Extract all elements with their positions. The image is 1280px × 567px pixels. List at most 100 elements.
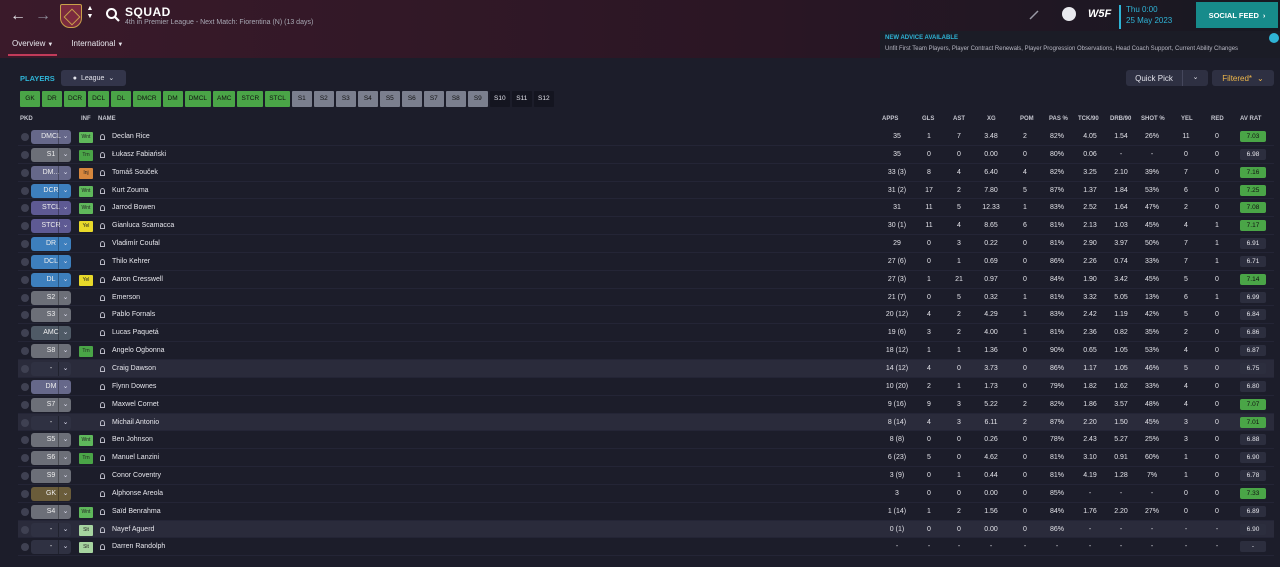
row-select-radio[interactable] xyxy=(21,311,29,320)
table-row[interactable]: S7 ⌄ Maxwel Cornet 9 (16) 9 3 5.22 2 82% 1.86 3.57… xyxy=(18,396,1274,414)
chevron-down-icon[interactable]: ⌄ xyxy=(58,219,72,234)
chevron-down-icon[interactable]: ⌄ xyxy=(58,433,72,448)
chevron-down-icon[interactable]: ⌄ xyxy=(58,469,72,484)
advice-panel[interactable]: NEW ADVICE AVAILABLE Unfit First Team Pl… xyxy=(880,31,1280,58)
mood-icon[interactable] xyxy=(1062,7,1076,21)
position-filter-button[interactable]: S4 xyxy=(357,91,378,107)
date-day[interactable]: 25 May 2023 xyxy=(1126,16,1172,25)
player-name[interactable]: Aaron Cresswell xyxy=(112,276,163,283)
table-row[interactable]: S8 ⌄ Trn Angelo Ogbonna 18 (12) 1 1 1.36 0 90% 0.6… xyxy=(18,342,1274,360)
position-filter-button[interactable]: STCL xyxy=(265,91,290,107)
position-filter-button[interactable]: S5 xyxy=(379,91,400,107)
table-row[interactable]: - ⌄ Craig Dawson 14 (12) 4 0 3.73 0 86% 1.17 1.05 4… xyxy=(18,359,1274,378)
search-icon[interactable] xyxy=(105,7,121,23)
table-row[interactable]: - ⌄ Michail Antonio 8 (14) 4 3 6.11 2 87% 2.20 1.5… xyxy=(18,413,1274,432)
w5f-icon[interactable]: W5F xyxy=(1088,8,1111,20)
chevron-down-icon[interactable]: ⌄ xyxy=(58,486,72,501)
chevron-down-icon[interactable]: ⌄ xyxy=(58,130,72,144)
chevron-down-icon[interactable]: ⌄ xyxy=(58,415,72,430)
chevron-down-icon[interactable]: ⌄ xyxy=(58,540,72,555)
position-filter-button[interactable]: DM xyxy=(162,91,183,107)
table-row[interactable]: GK ⌄ Alphonse Areola 3 0 0 0.00 0 85% - - -0 0 7.33 xyxy=(18,485,1274,503)
chevron-down-icon[interactable]: ⌄ xyxy=(58,522,72,537)
col-apps[interactable]: APPS xyxy=(882,116,898,122)
table-row[interactable]: S9 ⌄ Conor Coventry 3 (9) 0 1 0.44 0 81% 4.19 1.28… xyxy=(18,467,1274,485)
player-name[interactable]: Łukasz Fabiański xyxy=(112,151,166,158)
position-filter-button[interactable]: STCR xyxy=(237,91,264,107)
position-filter-button[interactable]: S7 xyxy=(423,91,444,107)
player-name[interactable]: Ben Johnson xyxy=(112,436,153,443)
chevron-down-icon[interactable]: ⌄ xyxy=(1182,70,1208,86)
club-switch-icon[interactable]: ▲ ▼ xyxy=(85,5,95,21)
chevron-down-icon[interactable]: ⌄ xyxy=(58,308,72,323)
player-name[interactable]: Manuel Lanzini xyxy=(112,454,159,461)
col-ast[interactable]: AST xyxy=(953,116,965,122)
position-filter-button[interactable]: S9 xyxy=(467,91,488,107)
info-badge[interactable]: Slt xyxy=(79,524,93,536)
table-row[interactable]: STCL ⌄ Wnt Jarrod Bowen 31 11 5 12.33 1 83% 2.52 1.… xyxy=(18,199,1274,218)
player-name[interactable]: Thilo Kehrer xyxy=(112,258,150,265)
chevron-down-icon[interactable]: ⌄ xyxy=(58,451,72,466)
col-name[interactable]: NAME xyxy=(98,116,116,122)
table-row[interactable]: S4 ⌄ Wnt Saïd Benrahma 1 (14) 1 2 1.56 0 84% 1.76 2… xyxy=(18,503,1274,521)
info-badge[interactable]: Yel xyxy=(79,274,93,286)
tab-overview[interactable]: Overview ▼ xyxy=(8,34,58,56)
chevron-down-icon[interactable]: ⌄ xyxy=(58,165,72,180)
col-gls[interactable]: GLS xyxy=(922,116,934,122)
position-filter-button[interactable]: S8 xyxy=(445,91,466,107)
row-select-radio[interactable] xyxy=(21,150,29,159)
table-row[interactable]: DL ⌄ Yel Aaron Cresswell 27 (3) 1 21 0.97 0 84% 1.… xyxy=(18,271,1274,289)
position-filter-button[interactable]: AMC xyxy=(213,91,236,107)
row-select-radio[interactable] xyxy=(21,507,29,516)
col-drb[interactable]: DRB/90 xyxy=(1110,116,1131,122)
table-row[interactable]: DMCL ⌄ Wnt Declan Rice 35 1 7 3.48 2 82% 4.05 1.54 2… xyxy=(18,128,1274,146)
table-row[interactable]: DCL ⌄ Thilo Kehrer 27 (6) 0 1 0.69 0 86% 2.26 0.74… xyxy=(18,253,1274,271)
info-badge[interactable]: Trn xyxy=(79,453,93,465)
info-badge[interactable]: Wnt xyxy=(79,185,93,197)
col-tck[interactable]: TCK/90 xyxy=(1078,116,1099,122)
row-select-radio[interactable] xyxy=(21,257,29,266)
position-filter-button[interactable]: S11 xyxy=(511,91,532,107)
table-row[interactable]: DR ⌄ Vladimír Coufal 29 0 3 0.22 0 81% 2.90 3.97 50… xyxy=(18,235,1274,253)
pencil-icon[interactable] xyxy=(1028,9,1040,21)
info-badge[interactable]: Wnt xyxy=(79,132,93,143)
row-select-radio[interactable] xyxy=(21,472,29,481)
player-name[interactable]: Craig Dawson xyxy=(112,365,156,372)
chevron-down-icon[interactable]: ⌄ xyxy=(58,504,72,519)
position-filter-button[interactable]: DCR xyxy=(64,91,87,107)
player-name[interactable]: Lucas Paquetá xyxy=(112,329,159,336)
chevron-down-icon[interactable]: ⌄ xyxy=(58,397,72,412)
position-filter-button[interactable]: S1 xyxy=(291,91,312,107)
col-pas[interactable]: PAS % xyxy=(1049,116,1068,122)
filter-dropdown[interactable]: Filtered* ⌄ xyxy=(1212,70,1274,86)
player-name[interactable]: Tomáš Souček xyxy=(112,169,158,176)
row-select-radio[interactable] xyxy=(21,222,29,231)
table-row[interactable]: S3 ⌄ Pablo Fornals 20 (12) 4 2 4.29 1 83% 2.42 1.1… xyxy=(18,306,1274,325)
date-time[interactable]: Thu 0:00 xyxy=(1126,5,1158,14)
position-filter-button[interactable]: DCL xyxy=(88,91,110,107)
position-filter-button[interactable]: DMCR xyxy=(133,91,161,107)
row-select-radio[interactable] xyxy=(21,489,29,498)
info-badge[interactable]: Trn xyxy=(79,149,93,161)
col-yel[interactable]: YEL xyxy=(1181,116,1193,122)
col-shot[interactable]: SHOT % xyxy=(1141,116,1165,122)
row-select-radio[interactable] xyxy=(21,329,29,338)
position-filter-button[interactable]: S3 xyxy=(335,91,356,107)
player-name[interactable]: Kurt Zouma xyxy=(112,187,149,194)
player-name[interactable]: Jarrod Bowen xyxy=(112,204,155,211)
quick-pick-button[interactable]: Quick Pick ⌄ xyxy=(1126,70,1208,86)
info-badge[interactable]: Inj xyxy=(79,167,93,179)
row-select-radio[interactable] xyxy=(21,275,29,284)
col-pkd[interactable]: PKD xyxy=(20,116,33,122)
table-row[interactable]: DCR ⌄ Wnt Kurt Zouma 31 (2) 17 2 7.80 5 87% 1.37 1.… xyxy=(18,182,1274,200)
table-row[interactable]: STCR ⌄ Yel Gianluca Scamacca 30 (1) 11 4 8.65 6 8… xyxy=(18,217,1274,236)
row-select-radio[interactable] xyxy=(21,133,29,141)
player-name[interactable]: Angelo Ogbonna xyxy=(112,347,165,354)
advice-icon[interactable] xyxy=(1269,33,1279,43)
col-av-rat[interactable]: AV RAT xyxy=(1240,116,1261,122)
row-select-radio[interactable] xyxy=(21,168,29,177)
table-row[interactable]: S6 ⌄ Trn Manuel Lanzini 6 (23) 5 0 4.62 0 81% 3.10… xyxy=(18,449,1274,468)
row-select-radio[interactable] xyxy=(21,525,29,534)
info-badge[interactable]: Yel xyxy=(79,221,93,233)
table-row[interactable]: - ⌄ Slt Nayef Aguerd 0 (1) 0 0 0.00 0 86% - - - - -6.9… xyxy=(18,520,1274,539)
